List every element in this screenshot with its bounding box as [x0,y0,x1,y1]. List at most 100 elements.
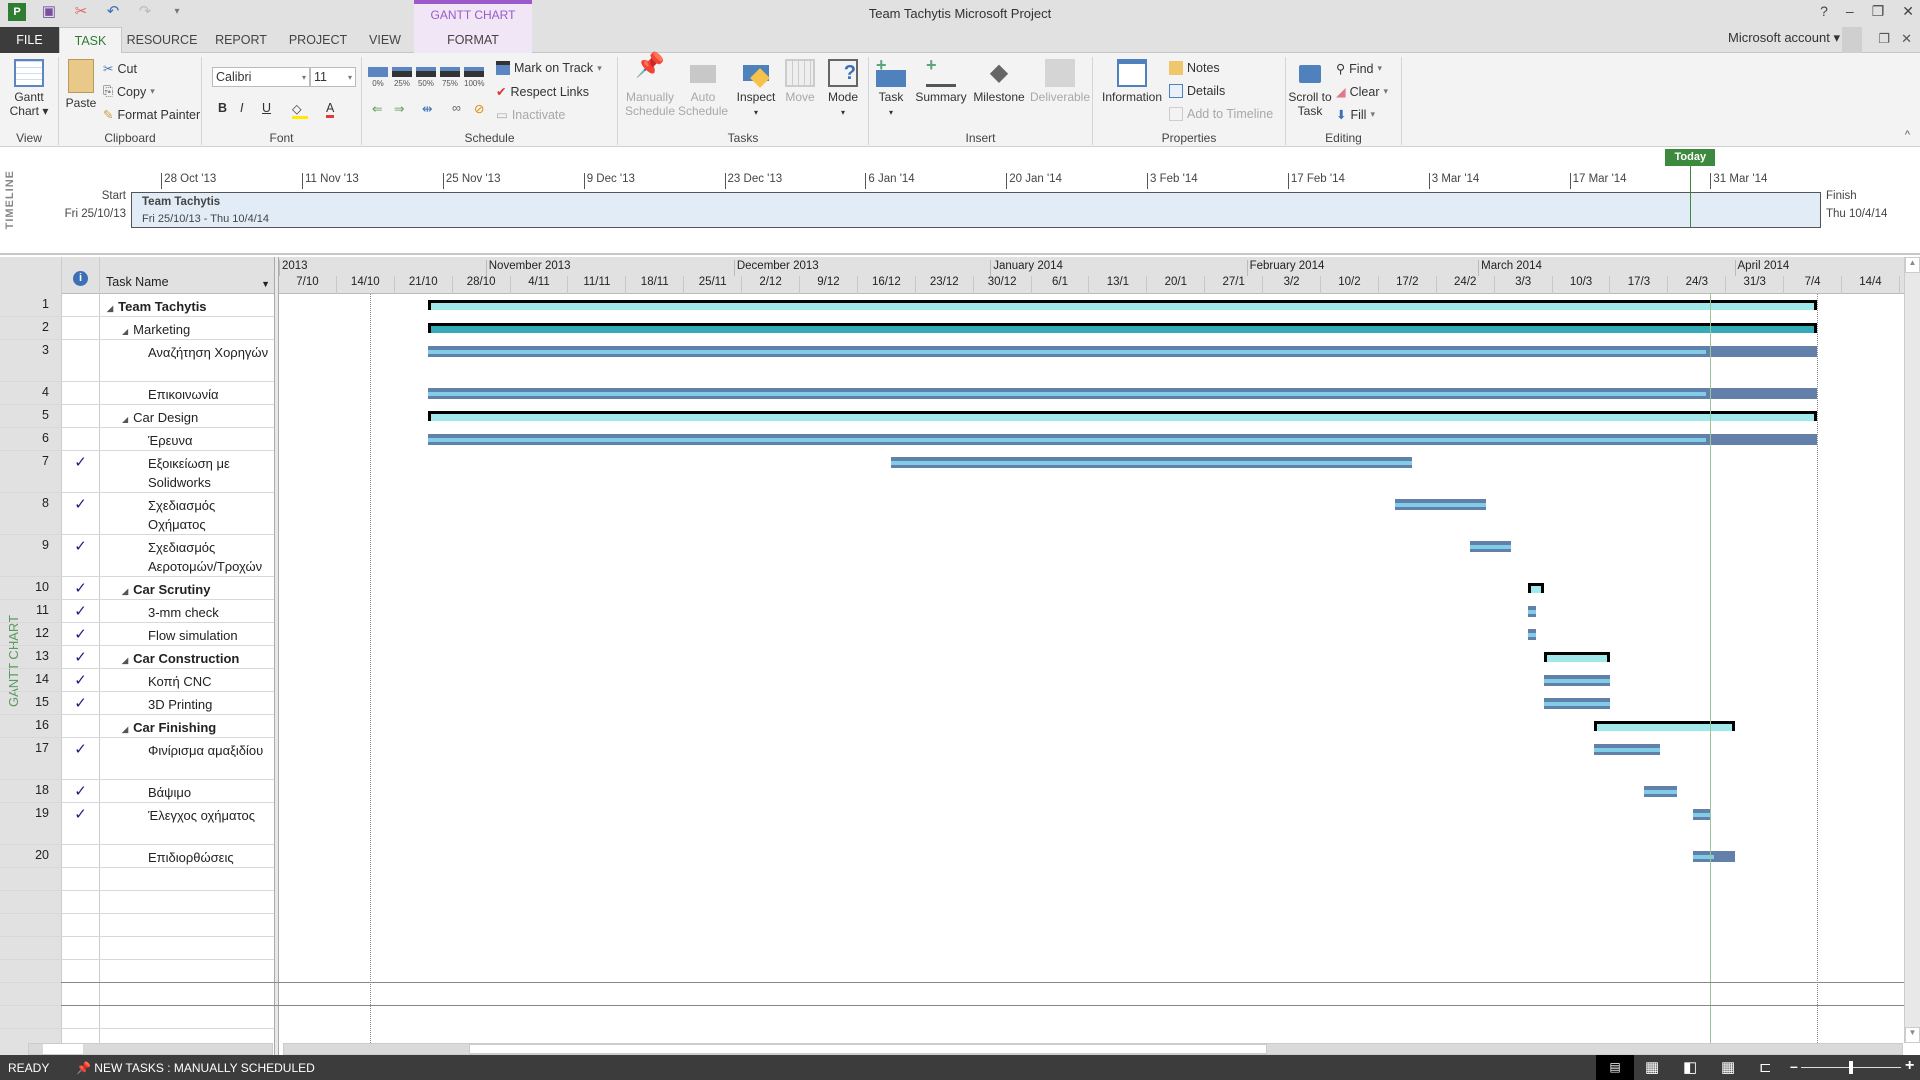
task-name-cell[interactable]: ◢ Marketing [100,317,274,341]
task-row[interactable]: 2 ◢ Marketing [0,317,274,340]
highlight-color-icon[interactable]: ◇ [292,101,308,119]
task-row[interactable]: 14 ✓ Κοπή CNC [0,669,274,692]
manually-schedule-button[interactable]: 📌 Manually Schedule [622,54,678,119]
respect-links-button[interactable]: ✔ Respect Links [496,84,589,100]
percent-complete-1-button[interactable]: 25% [392,67,412,88]
undo-icon[interactable]: ↶ [104,3,122,21]
table-scroll-thumb[interactable] [43,1044,83,1054]
chart-scroll-thumb[interactable] [469,1044,1267,1054]
task-name-cell[interactable]: Flow simulation [100,623,274,645]
tab-file[interactable]: FILE [0,27,59,53]
task-row[interactable]: 17 ✓ Φινίρισμα αμαξιδίου [0,738,274,780]
task-name-cell[interactable]: Σχεδιασμός Οχήματος [100,493,274,534]
task-name-cell[interactable]: Αναζήτηση Χορηγών [100,340,274,362]
cut-button[interactable]: ✂ Cut [103,61,137,77]
collapse-triangle-icon[interactable]: ◢ [122,725,128,734]
task-bar[interactable] [1527,606,1537,617]
task-usage-view-icon[interactable]: ▦ [1645,1058,1659,1076]
task-row[interactable]: 5 ◢ Car Design [0,405,274,428]
add-to-timeline-button[interactable]: Add to Timeline [1169,107,1273,121]
notes-button[interactable]: Notes [1169,61,1220,75]
font-name-select[interactable]: Calibri ▾ [212,67,310,87]
collapse-ribbon-icon[interactable]: ^ [1905,129,1910,141]
empty-row[interactable] [0,960,274,983]
restore-icon[interactable]: ❐ [1872,3,1885,20]
insert-summary-button[interactable]: + Summary [913,56,969,104]
task-row[interactable]: 3 Αναζήτηση Χορηγών [0,340,274,382]
task-name-cell[interactable]: Σχεδιασμός Αεροτομών/Τροχών [100,535,274,576]
empty-row[interactable] [0,1006,274,1029]
indent-icon[interactable]: ⇒ [394,101,404,116]
task-bar[interactable] [1527,629,1537,640]
task-name-cell[interactable]: Επικοινωνία [100,382,274,404]
information-button[interactable]: Information [1099,59,1165,104]
task-name-cell[interactable]: 3-mm check [100,600,274,622]
unlink-tasks-icon[interactable]: ⊘ [474,101,484,116]
task-bar[interactable] [427,346,1818,357]
tab-project[interactable]: PROJECT [280,27,356,53]
task-name-column-header[interactable]: Task Name ▼ [100,257,274,294]
inspect-button[interactable]: Inspect ▾ [734,59,778,120]
task-bar[interactable] [1544,698,1611,709]
save-icon[interactable]: ▣ [40,3,58,21]
insert-task-button[interactable]: + Task ▾ [873,56,909,120]
percent-complete-2-button[interactable]: 50% [416,67,436,88]
format-painter-button[interactable]: ✎ Format Painter [103,107,200,123]
task-row[interactable]: 20 Επιδιορθώσεις [0,845,274,868]
tab-view[interactable]: VIEW [356,27,414,53]
ribbon-close-icon[interactable]: ✕ [1901,31,1912,47]
split-task-icon[interactable]: ⇹ [422,101,432,116]
summary-bar[interactable] [427,300,1818,310]
percent-complete-3-button[interactable]: 75% [440,67,460,88]
summary-bar[interactable] [1527,583,1545,593]
empty-row[interactable] [0,914,274,937]
task-row[interactable]: 9 ✓ Σχεδιασμός Αεροτομών/Τροχών [0,535,274,577]
mark-on-track-button[interactable]: Mark on Track ▾ [496,61,602,75]
indicators-column-header[interactable]: i [61,257,100,294]
insert-deliverable-button[interactable]: Deliverable [1029,59,1091,104]
paste-button[interactable]: Paste [61,59,101,110]
task-name-cell[interactable]: ◢ Car Design [100,405,274,429]
copy-button[interactable]: ⎘ Copy ▾ [103,84,155,99]
task-row[interactable]: 11 ✓ 3-mm check [0,600,274,623]
task-name-cell[interactable]: ◢ Car Scrutiny [100,577,274,601]
task-row[interactable]: 7 ✓ Εξοικείωση με Solidworks [0,451,274,493]
task-name-cell[interactable]: Επιδιορθώσεις [100,845,274,867]
task-row[interactable]: 4 Επικοινωνία [0,382,274,405]
task-row[interactable]: 15 ✓ 3D Printing [0,692,274,715]
collapse-triangle-icon[interactable]: ◢ [122,587,128,596]
summary-bar[interactable] [1593,721,1735,731]
task-bar[interactable] [427,434,1818,445]
task-name-cell[interactable]: Φινίρισμα αμαξιδίου [100,738,274,760]
timeline-bar[interactable]: Team Tachytis Fri 25/10/13 - Thu 10/4/14 [131,192,1821,228]
empty-row[interactable] [0,937,274,960]
minimize-icon[interactable]: – [1846,3,1854,20]
tab-task[interactable]: TASK [59,27,122,54]
details-button[interactable]: Details [1169,84,1225,98]
task-name-cell[interactable]: ◢ Team Tachytis [100,294,274,318]
summary-bar[interactable] [1544,652,1611,662]
task-name-cell[interactable]: Κοπή CNC [100,669,274,691]
help-icon[interactable]: ? [1820,3,1828,20]
task-name-cell[interactable]: Εξοικείωση με Solidworks [100,451,274,492]
task-name-cell[interactable]: Έρευνα [100,428,274,450]
timescale[interactable]: 2013 November 2013 December 2013 January 20… [279,257,1904,294]
empty-row[interactable] [0,891,274,914]
inactivate-button[interactable]: ▭ Inactivate [496,107,565,123]
task-name-cell[interactable]: Βάψιμο [100,780,274,802]
task-bar[interactable] [1593,744,1661,755]
tab-format[interactable]: FORMAT [414,27,532,53]
task-row[interactable]: 10 ✓ ◢ Car Scrutiny [0,577,274,600]
insert-milestone-button[interactable]: ◆ Milestone [971,59,1027,104]
empty-row[interactable] [0,868,274,891]
task-bar[interactable] [1469,541,1512,552]
auto-schedule-button[interactable]: Auto Schedule [678,59,728,118]
task-bar[interactable] [427,388,1818,399]
empty-row[interactable] [0,983,274,1006]
resource-sheet-view-icon[interactable]: ▦ [1721,1058,1735,1076]
team-planner-view-icon[interactable]: ◧ [1683,1058,1697,1076]
touch-mode-icon[interactable]: ✂ [72,3,90,21]
task-row[interactable]: 8 ✓ Σχεδιασμός Οχήματος [0,493,274,535]
task-bar[interactable] [1395,499,1487,510]
mode-button[interactable]: ? Mode ▾ [822,59,864,120]
